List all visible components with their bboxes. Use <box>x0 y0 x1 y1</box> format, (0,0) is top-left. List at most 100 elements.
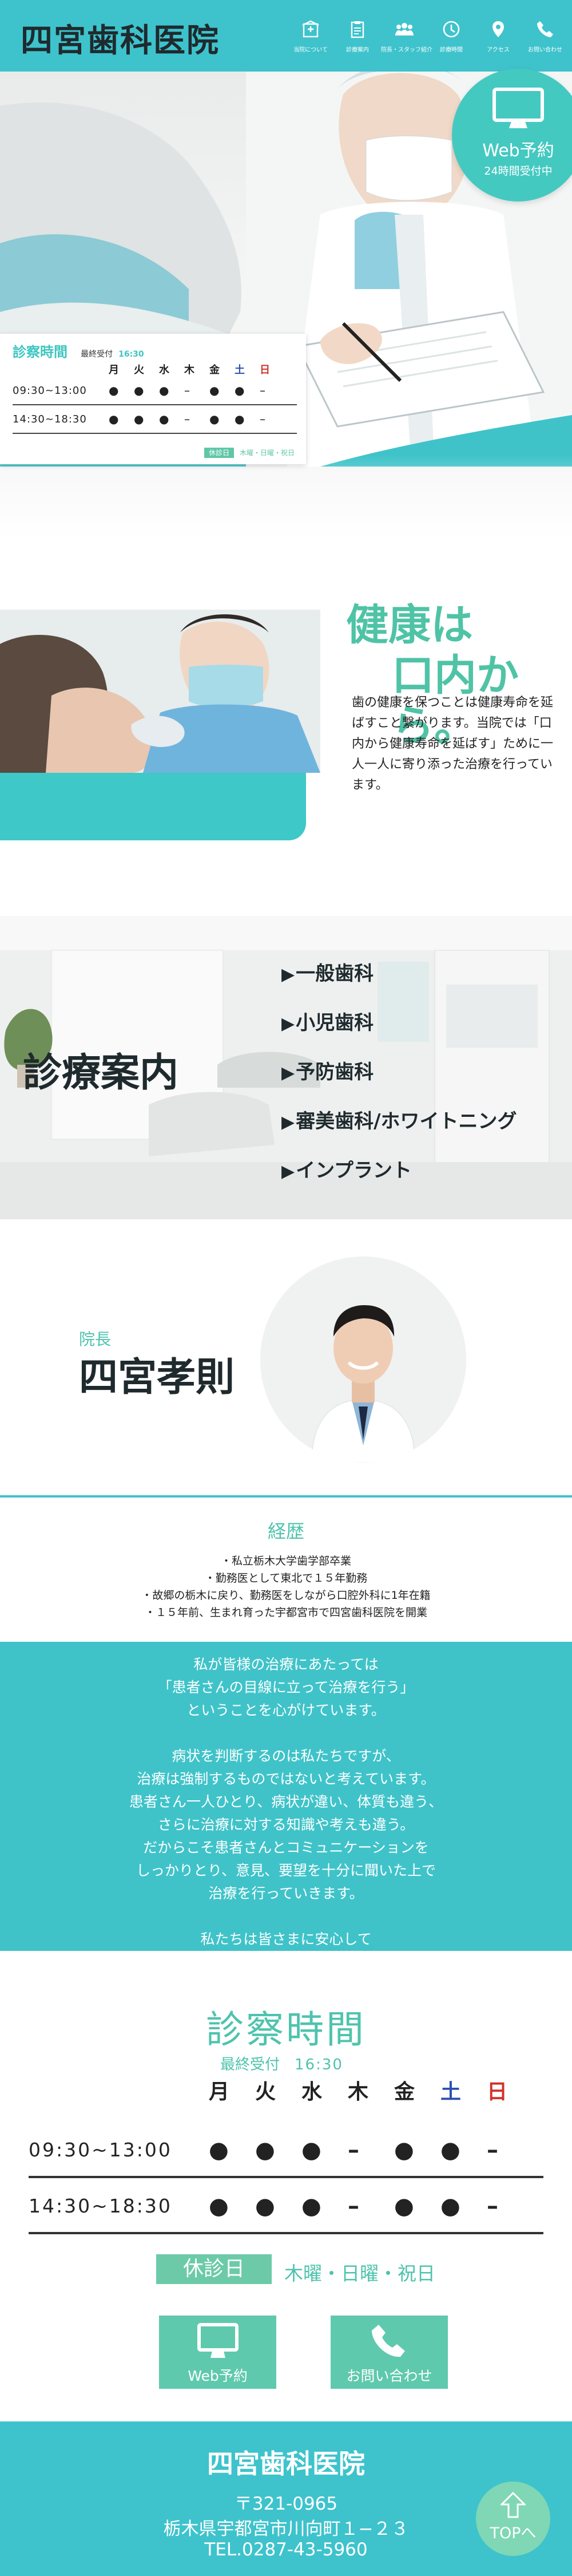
nav-contact[interactable]: お問い合わせ <box>522 19 569 53</box>
hours-row-pm: 14:30~18:30 ● ● ● – ● ● – <box>29 2180 543 2234</box>
site-logo[interactable]: 四宮歯科医院 <box>21 15 220 61</box>
monitor-icon <box>197 2323 239 2358</box>
nav-label: 当院について <box>293 47 328 53</box>
career-item: ・故郷の栃木に戻り、勤務医をしながら口腔外科に1年在籍 <box>141 1589 431 1602</box>
phone-icon <box>522 19 569 44</box>
nav-treatment[interactable]: 診療案内 <box>334 19 381 53</box>
status-cell: – <box>348 2136 359 2163</box>
day-mon: 月 <box>209 2080 230 2104</box>
nav-label: 院長・スタッフ紹介 <box>381 47 432 53</box>
nav-label: お問い合わせ <box>528 47 562 53</box>
treatment-list: ▶一般歯科 ▶小児歯科 ▶予防歯科 ▶審美歯科/ホワイトニング ▶インプラント <box>281 958 517 1204</box>
status-cell: ● <box>159 412 169 426</box>
last-reception-label: 最終受付 <box>81 350 113 359</box>
day-tue: 火 <box>255 2080 276 2104</box>
treatment-link-preventive[interactable]: ▶予防歯科 <box>281 1056 517 1105</box>
message-paragraph: 私たちは皆さまに安心して 通院してもらえることを第一に臨んでいます。 <box>0 1928 572 1974</box>
message-line: 治療を行っていきます。 <box>208 1885 364 1902</box>
message-line: 病状を判断するのは私たちですが、 <box>172 1748 400 1764</box>
message-line: 私が皆様の治療にあたっては <box>193 1656 379 1673</box>
nav-hours[interactable]: 診療時間 <box>428 19 475 53</box>
status-cell: ● <box>440 2192 460 2219</box>
status-cell: ● <box>209 2136 229 2163</box>
clock-icon <box>428 19 475 44</box>
triangle-right-icon: ▶ <box>281 1063 295 1083</box>
status-cell: ● <box>440 2136 460 2163</box>
day-thu: 木 <box>348 2080 369 2104</box>
footer-clinic-name: 四宮歯科医院 <box>207 2448 365 2479</box>
web-reservation-button[interactable]: Web予約 <box>159 2316 276 2389</box>
treatment-label: 予防歯科 <box>296 1061 374 1084</box>
triangle-right-icon: ▶ <box>281 965 295 985</box>
hours-heading: 診察時間 <box>206 2008 366 2052</box>
day-tue: 火 <box>134 364 144 376</box>
closed-days-value: 木曜・日曜・祝日 <box>284 2262 435 2285</box>
health-text: 歯の健康を保つことは健康寿命を延ばすこと繋がります。当院では「口内から健康寿命を… <box>352 696 554 792</box>
day-wed: 水 <box>159 364 169 376</box>
nav-staff[interactable]: 院長・スタッフ紹介 <box>381 19 432 53</box>
time-slot: 09:30~13:00 <box>29 2139 172 2161</box>
last-reception-time: 16:30 <box>295 2056 343 2073</box>
message-paragraph: 私が皆様の治療にあたっては 「患者さんの目線に立って治療を行う」 ということを心… <box>0 1653 572 1722</box>
last-reception-label: 最終受付 <box>220 2056 280 2073</box>
status-cell: – <box>260 412 265 426</box>
message-line: 私たちは皆さまに安心して <box>200 1931 372 1947</box>
hero-hours-card: 診察時間 最終受付 16:30 月 火 水 木 金 土 日 09:30~13:00… <box>0 334 306 464</box>
nav-about[interactable]: 当院について <box>287 19 334 53</box>
status-cell: – <box>487 2136 498 2163</box>
status-cell: ● <box>301 2192 321 2219</box>
treatment-link-pediatric[interactable]: ▶小児歯科 <box>281 1007 517 1056</box>
status-cell: ● <box>209 412 220 426</box>
message-line: さらに治療に対する知識や考えも違う。 <box>157 1816 415 1833</box>
people-icon <box>381 19 428 44</box>
arrow-up-icon <box>499 2491 527 2518</box>
hours-day-headers: 月 火 水 木 金 土 日 <box>209 2075 533 2105</box>
nav-label: 診療案内 <box>346 47 369 53</box>
closed-days-badge: 休診日 <box>156 2254 272 2284</box>
message-line: 通院してもらえることを第一に臨んでいます。 <box>137 1954 435 1970</box>
status-cell: ● <box>134 412 144 426</box>
status-cell: – <box>487 2192 498 2219</box>
back-to-top-button[interactable]: TOPへ <box>476 2482 550 2556</box>
status-cell: ● <box>394 2136 414 2163</box>
section-divider <box>0 1495 572 1498</box>
hero-fade <box>0 455 572 541</box>
status-cell: ● <box>255 2192 275 2219</box>
treatment-link-general[interactable]: ▶一般歯科 <box>281 958 517 1007</box>
director-photo <box>260 1257 466 1463</box>
hero-day-headers: 月 火 水 木 金 土 日 <box>109 362 297 377</box>
site-header: 四宮歯科医院 当院について 診療案内 院長・スタッフ紹介 診療時間 アクセス お… <box>0 0 572 72</box>
contact-button[interactable]: お問い合わせ <box>331 2316 448 2389</box>
career-item: ・１５年前、生まれ育った宇都宮市で四宮歯科医院を開業 <box>144 1606 427 1619</box>
nav-access[interactable]: アクセス <box>475 19 522 53</box>
message-line: 治療は強制するものではないと考えています。 <box>137 1771 435 1787</box>
message-line: 患者さん一人ひとり、病状が違い、体質も違う、 <box>129 1793 443 1810</box>
message-paragraph: 病状を判断するのは私たちですが、 治療は強制するものではないと考えています。 患… <box>0 1745 572 1905</box>
closed-badge: 休診日 <box>204 448 235 458</box>
status-cell: – <box>184 412 190 426</box>
treatment-link-implant[interactable]: ▶インプラント <box>281 1155 517 1204</box>
nav-label: 診療時間 <box>440 47 463 53</box>
time-slot: 14:30~18:30 <box>29 2195 172 2217</box>
treatment-label: インプラント <box>296 1159 412 1182</box>
status-cell: ● <box>134 384 144 397</box>
status-cell: – <box>348 2192 359 2219</box>
treatment-label: 小児歯科 <box>296 1012 374 1034</box>
hero-hours-title: 診察時間 <box>13 344 67 360</box>
status-cell: – <box>260 384 265 397</box>
treatment-heading: 診療案内 <box>23 1050 179 1096</box>
triangle-right-icon: ▶ <box>281 1014 295 1034</box>
map-pin-icon <box>475 19 522 44</box>
day-sat: 土 <box>235 364 245 376</box>
treatment-section: 診療案内 ▶一般歯科 ▶小児歯科 ▶予防歯科 ▶審美歯科/ホワイトニング ▶イン… <box>0 916 572 1219</box>
treatment-link-aesthetic[interactable]: ▶審美歯科/ホワイトニング <box>281 1105 517 1155</box>
treatment-label: 一般歯科 <box>296 962 374 985</box>
health-accent-bar <box>0 773 306 840</box>
day-fri: 金 <box>394 2080 415 2104</box>
closed-value: 木曜・日曜・祝日 <box>239 449 295 457</box>
hero-hours-row-pm: 14:30~18:30 ● ● ● – ● ● – <box>13 405 297 434</box>
contact-button-label: お問い合わせ <box>346 2368 432 2384</box>
monitor-icon <box>492 88 544 128</box>
director-name: 四宮孝則 <box>79 1354 235 1400</box>
day-mon: 月 <box>109 364 119 376</box>
